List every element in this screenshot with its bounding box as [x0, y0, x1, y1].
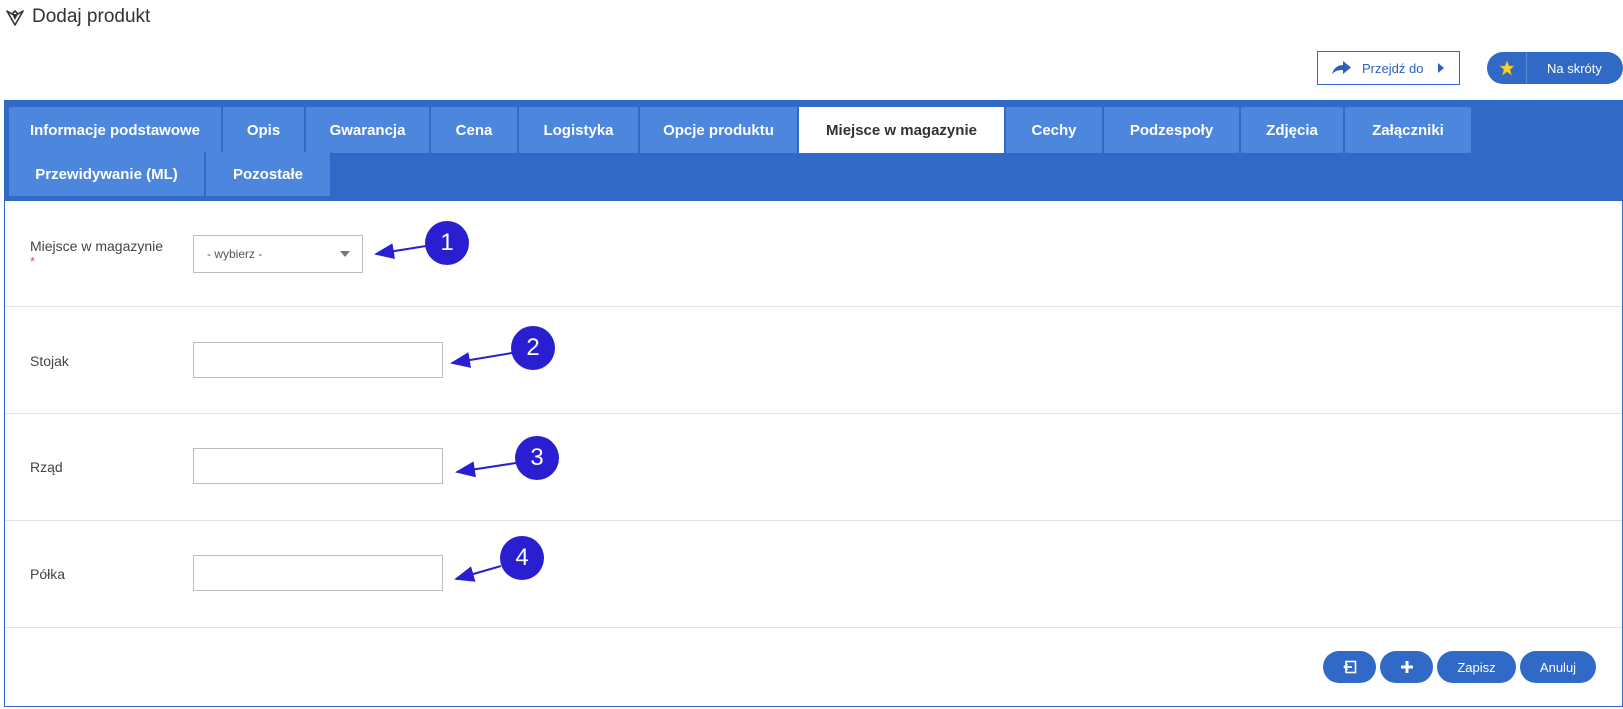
annotation-arrow-1: [374, 243, 427, 260]
cancel-button[interactable]: Anuluj: [1520, 651, 1596, 683]
annotation-badge-3: 3: [515, 436, 559, 480]
annotation-arrows: [374, 243, 517, 582]
annotation-arrow-2: [450, 352, 513, 368]
annotation-arrow-4: [454, 565, 502, 582]
page: Dodaj produkt Przejdź do Na skróty Infor…: [0, 0, 1623, 709]
annotation-badge-2: 2: [511, 326, 555, 370]
add-button[interactable]: [1380, 651, 1433, 683]
annotation-arrow-3: [455, 461, 517, 478]
save-button[interactable]: Zapisz: [1437, 651, 1516, 683]
back-icon: [1342, 660, 1356, 674]
annotation-badge-4: 4: [500, 536, 544, 580]
annotation-badge-1: 1: [425, 221, 469, 265]
plus-icon: [1400, 661, 1413, 673]
back-button[interactable]: [1323, 651, 1376, 683]
